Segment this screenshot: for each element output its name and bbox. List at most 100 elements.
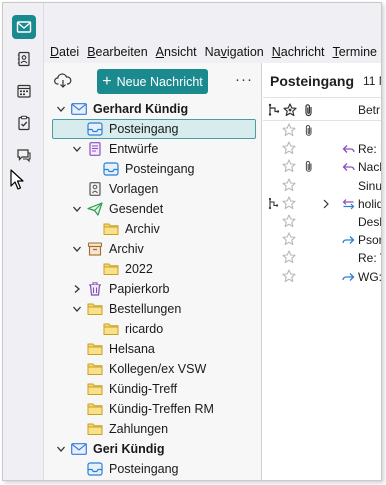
calendar-icon[interactable] bbox=[12, 79, 36, 103]
starred-column-icon[interactable] bbox=[283, 103, 297, 117]
message-count: 11 N bbox=[363, 74, 381, 88]
forwarded-icon bbox=[342, 236, 355, 245]
chevron-down-icon[interactable] bbox=[72, 304, 82, 314]
chevron-down-icon[interactable] bbox=[72, 204, 82, 214]
menu-bearbeiten[interactable]: Bearbeiten bbox=[87, 45, 147, 59]
message-row[interactable]: WG: bbox=[263, 268, 381, 286]
plus-icon: + bbox=[102, 72, 112, 90]
account-row[interactable]: Geri Kündig bbox=[44, 439, 261, 459]
folder-label: Helsana bbox=[109, 342, 155, 356]
folder-row[interactable]: ricardo bbox=[44, 319, 261, 339]
inbox-icon bbox=[87, 462, 103, 476]
star-icon[interactable] bbox=[282, 214, 296, 228]
new-message-button[interactable]: + Neue Nachricht bbox=[97, 69, 208, 94]
star-icon[interactable] bbox=[282, 232, 296, 246]
folder-label: 2022 bbox=[125, 262, 153, 276]
message-subject: holid bbox=[358, 196, 382, 211]
folder-row[interactable]: Gesendet bbox=[44, 199, 261, 219]
mail-space-icon[interactable] bbox=[12, 15, 36, 39]
menu-ansicht[interactable]: Ansicht bbox=[156, 45, 197, 59]
menu-nachricht[interactable]: Nachricht bbox=[272, 45, 325, 59]
account-icon bbox=[71, 442, 87, 456]
folder-row[interactable]: Archiv bbox=[44, 239, 261, 259]
message-subject: Nach bbox=[358, 160, 381, 175]
message-row[interactable]: Sinu bbox=[263, 177, 381, 195]
folder-row[interactable]: Entwürfe bbox=[44, 139, 261, 159]
tasks-icon[interactable] bbox=[12, 111, 36, 135]
folder-label: Posteingang bbox=[109, 122, 179, 136]
message-row[interactable]: Nach bbox=[263, 158, 381, 176]
get-messages-icon[interactable] bbox=[54, 73, 72, 89]
chevron-down-icon[interactable] bbox=[56, 444, 66, 454]
drafts-icon bbox=[87, 142, 103, 156]
message-row[interactable]: Psor bbox=[263, 231, 381, 249]
thread-icon bbox=[268, 197, 279, 209]
folder-pane-header: + Neue Nachricht ··· bbox=[44, 63, 261, 97]
folder-label: Bestellungen bbox=[109, 302, 182, 316]
star-icon[interactable] bbox=[282, 250, 296, 264]
folder-row[interactable]: Kündig-Treffen RM bbox=[44, 399, 261, 419]
message-list-header: Posteingang 11 N bbox=[263, 63, 381, 97]
star-icon[interactable] bbox=[282, 196, 296, 210]
folder-row[interactable]: Posteingang bbox=[44, 119, 261, 139]
chevron-down-icon[interactable] bbox=[56, 104, 66, 114]
folder-icon bbox=[103, 322, 119, 336]
folder-row[interactable]: Archiv bbox=[44, 219, 261, 239]
message-row[interactable] bbox=[263, 122, 381, 140]
message-row[interactable]: Desk bbox=[263, 213, 381, 231]
folder-row[interactable]: Zahlungen bbox=[44, 419, 261, 439]
address-book-icon[interactable] bbox=[12, 47, 36, 71]
spaces-toolbar bbox=[3, 3, 44, 480]
subject-column-header[interactable]: Betr bbox=[358, 103, 380, 117]
folder-row[interactable]: Papierkorb bbox=[44, 279, 261, 299]
message-subject: Re: T bbox=[358, 251, 381, 266]
message-row[interactable]: holid bbox=[263, 195, 381, 213]
folder-row[interactable]: Kollegen/ex VSW bbox=[44, 359, 261, 379]
message-list-pane: Posteingang 11 N Betr Re: N Nach Sinu holid… bbox=[263, 63, 381, 480]
chat-icon[interactable] bbox=[12, 143, 36, 167]
message-row[interactable]: Re: T bbox=[263, 249, 381, 267]
folder-row[interactable]: Helsana bbox=[44, 339, 261, 359]
folder-row[interactable]: Bestellungen bbox=[44, 299, 261, 319]
account-row[interactable]: Gerhard Kündig bbox=[44, 99, 261, 119]
folder-row[interactable]: 2022 bbox=[44, 259, 261, 279]
menu-termine[interactable]: Termine bbox=[333, 45, 377, 59]
star-icon[interactable] bbox=[282, 141, 296, 155]
folder-label: Papierkorb bbox=[109, 282, 170, 296]
folder-row[interactable]: Posteingang bbox=[44, 159, 261, 179]
folder-label: Zahlungen bbox=[109, 422, 169, 436]
folder-pane-menu-button[interactable]: ··· bbox=[235, 71, 253, 88]
templates-icon bbox=[87, 182, 103, 196]
folder-label: Posteingang bbox=[125, 162, 195, 176]
folder-row[interactable]: Posteingang bbox=[44, 459, 261, 479]
folder-row[interactable]: Vorlagen bbox=[44, 179, 261, 199]
menu-navigation[interactable]: Navigation bbox=[205, 45, 264, 59]
folder-label: Gerhard Kündig bbox=[93, 102, 189, 116]
folder-label: ricardo bbox=[125, 322, 164, 336]
folder-icon bbox=[87, 382, 103, 396]
menu-datei[interactable]: Datei bbox=[50, 45, 79, 59]
message-subject: Psor bbox=[358, 233, 382, 248]
star-icon[interactable] bbox=[282, 269, 296, 283]
thread-column-icon[interactable] bbox=[267, 103, 281, 117]
message-subject: Re: N bbox=[358, 142, 381, 157]
message-row[interactable]: Re: N bbox=[263, 140, 381, 158]
star-icon[interactable] bbox=[282, 159, 296, 173]
chevron-down-icon[interactable] bbox=[72, 144, 82, 154]
folder-label: Kündig-Treff bbox=[109, 382, 178, 396]
message-list: Re: N Nach Sinu holid Desk Psor Re: T WG: bbox=[263, 122, 381, 480]
star-icon[interactable] bbox=[282, 178, 296, 192]
folder-label: Kündig-Treffen RM bbox=[109, 402, 214, 416]
folder-label: Kollegen/ex VSW bbox=[109, 362, 207, 376]
folder-label: Posteingang bbox=[109, 462, 179, 476]
star-icon[interactable] bbox=[282, 123, 296, 137]
chevron-right-icon[interactable] bbox=[322, 199, 330, 209]
chevron-right-icon[interactable] bbox=[72, 284, 82, 294]
message-subject: Desk bbox=[358, 215, 381, 229]
attachment-column-icon[interactable] bbox=[302, 103, 316, 117]
folder-row[interactable]: Kündig-Treff bbox=[44, 379, 261, 399]
inbox-icon bbox=[103, 162, 119, 176]
folder-label: Archiv bbox=[125, 222, 160, 236]
folder-label: Archiv bbox=[109, 242, 144, 256]
chevron-down-icon[interactable] bbox=[72, 244, 82, 254]
